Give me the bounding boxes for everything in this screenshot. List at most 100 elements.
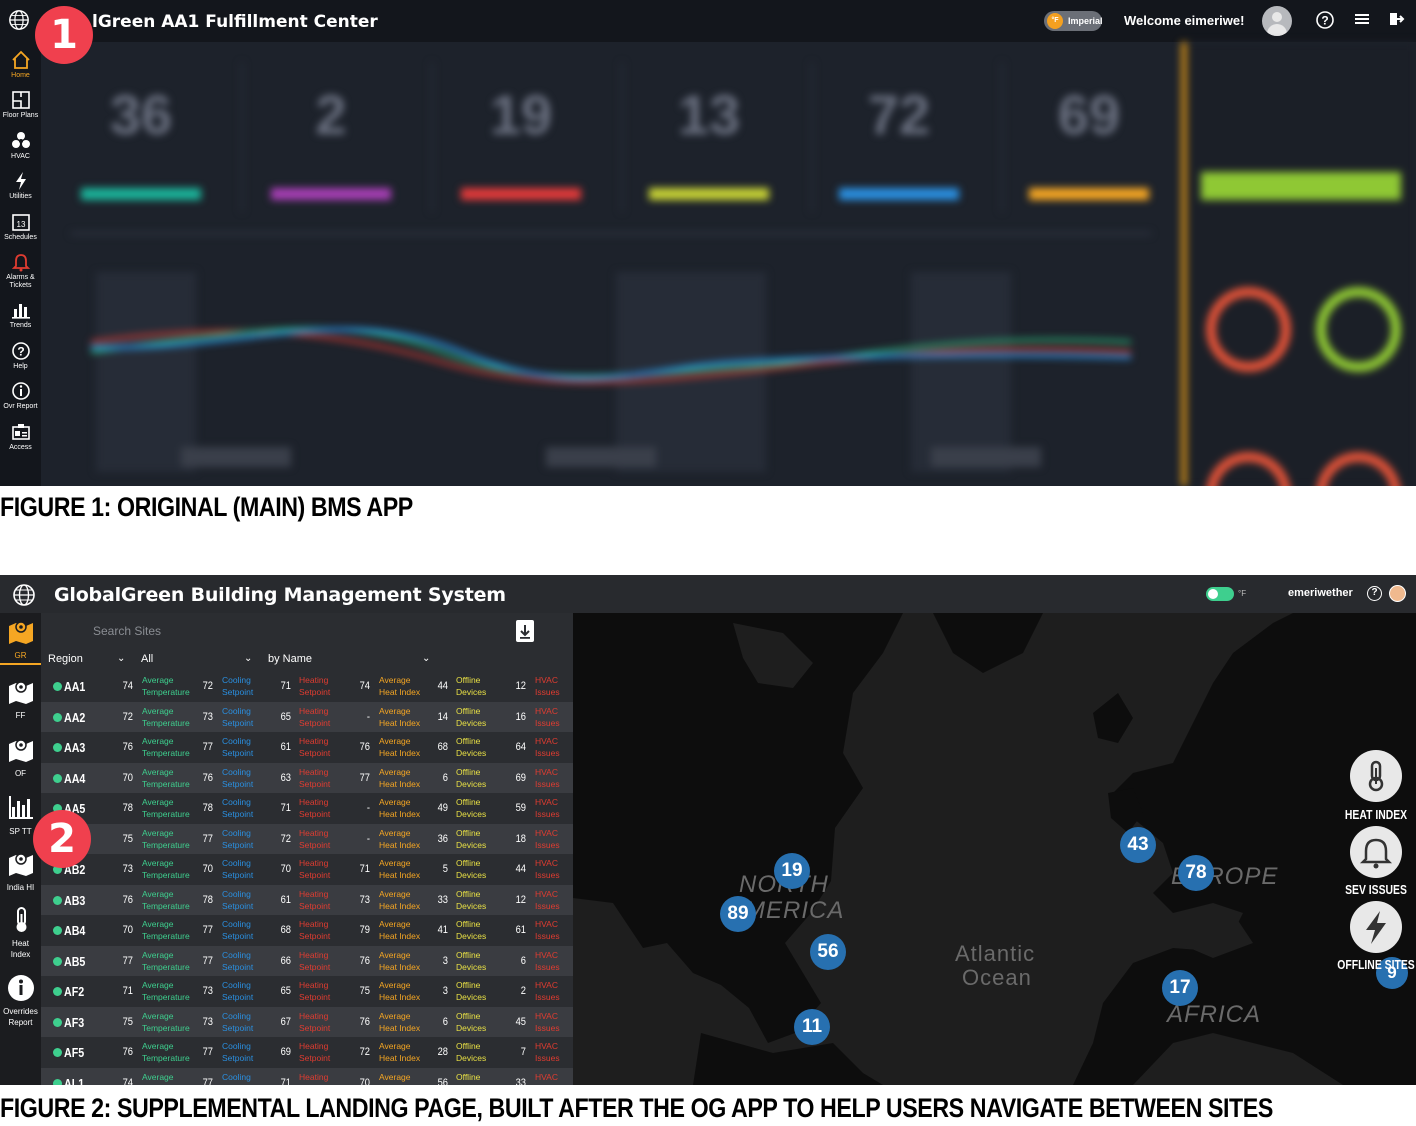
annotation-badge: 1: [35, 6, 93, 64]
metric-label-line: Heat Index: [379, 1084, 420, 1086]
site-row[interactable]: AB175AverageTemperature77CoolingSetpoint…: [41, 823, 573, 854]
site-value-heat: 71: [280, 1076, 291, 1086]
site-row[interactable]: AB3 76 Average Temperature 78 Cooling Setpoint…: [41, 884, 573, 915]
sidebar-item-ovr-report[interactable]: Ovr Report: [0, 379, 41, 410]
site-row[interactable]: AA2 72 Average Temperature 73 Cooling Setpoint…: [41, 701, 573, 732]
site-value-heat: 61: [280, 741, 291, 753]
metric-label-line: Heating: [299, 797, 329, 807]
logout-icon[interactable]: [1385, 10, 1407, 32]
sidebar-item-home[interactable]: Home: [0, 48, 41, 79]
site-row[interactable]: AF3 75 Average Temperature 73 Cooling Setpoint…: [41, 1006, 573, 1037]
globe-icon[interactable]: [12, 583, 36, 607]
sidebar-item-label: Schedules: [4, 234, 37, 241]
chevron-down-icon[interactable]: ⌄: [117, 653, 125, 664]
sidebar-item-of[interactable]: OF: [0, 735, 41, 779]
metric-label-line: Cooling: [222, 858, 251, 868]
kpi-bar: [271, 188, 391, 200]
site-cluster-marker[interactable]: 89: [720, 896, 756, 932]
heat-index-button[interactable]: [1350, 750, 1402, 802]
site-row[interactable]: AB5 77 Average Temperature 77 Cooling Setpoint…: [41, 945, 573, 976]
metric-label-line: Setpoint: [222, 870, 254, 880]
metric-label-line: Cooling: [222, 797, 251, 807]
kpi-value: 36: [109, 83, 173, 146]
help-icon[interactable]: ?: [1314, 10, 1336, 32]
help-icon[interactable]: ?: [1367, 586, 1382, 601]
offline-sites-button[interactable]: [1350, 901, 1402, 953]
metric-label-line: Setpoint: [222, 900, 254, 911]
site-value-off: 41: [437, 924, 448, 936]
site-row[interactable]: AA1 74 Average Temperature 72 Cooling Setpoint…: [41, 671, 573, 702]
kpi-value: 69: [1057, 83, 1121, 146]
metric-label-line: Average: [379, 1071, 411, 1082]
site-row[interactable]: AL1 74 Average Temperature 77 Cooling Setpoint…: [41, 1067, 573, 1086]
download-icon[interactable]: [516, 620, 534, 642]
world-map[interactable]: NORTH AMERICA Atlantic Ocean EUROPE AFRI…: [573, 613, 1416, 1085]
site-metric-label: HeatingSetpoint: [299, 949, 330, 973]
status-dot: [53, 712, 62, 722]
site-value-hi: 76: [359, 954, 370, 967]
metric-label-line: Setpoint: [299, 839, 331, 850]
sidebar-item-utilities[interactable]: Utilities: [0, 169, 41, 200]
metric-label-line: Average: [379, 705, 411, 716]
chevron-down-icon[interactable]: ⌄: [244, 653, 252, 664]
site-cluster-marker[interactable]: 78: [1178, 855, 1214, 891]
kpi-tile: 19: [431, 82, 611, 202]
units-toggle[interactable]: [1206, 587, 1234, 601]
metric-label-line: Heating: [299, 827, 329, 838]
site-cluster-marker[interactable]: 43: [1120, 827, 1156, 863]
map-pin-icon: [8, 853, 33, 876]
metric-label-line: Average: [379, 1041, 411, 1051]
sidebar-item-trends[interactable]: Trends: [0, 298, 41, 329]
sidebar-item-heat-index[interactable]: Heat Index: [0, 905, 41, 960]
site-row[interactable]: AF5 76 Average Temperature 77 Cooling Setpoint…: [41, 1037, 573, 1068]
menu-icon[interactable]: [1351, 10, 1373, 32]
metric-label-line: Setpoint: [222, 687, 254, 697]
search-input[interactable]: [93, 621, 493, 641]
help-icon: ?: [11, 342, 30, 360]
status-dot: [53, 682, 62, 691]
metric-label-line: Average: [379, 888, 411, 899]
sidebar-item-overrides-report[interactable]: Overrides Report: [0, 973, 41, 1028]
site-cluster-marker[interactable]: 11: [794, 1009, 830, 1045]
site-row[interactable]: AB4 70 Average Temperature 77 Cooling Setpoint…: [41, 915, 573, 946]
site-cluster-marker[interactable]: 17: [1162, 970, 1198, 1006]
site-row[interactable]: AA4 70 Average Temperature 76 Cooling Setpoint…: [41, 762, 573, 793]
site-metric-label: Average Heat Index: [379, 918, 420, 942]
avatar[interactable]: [1262, 6, 1292, 36]
site-metric-label: Cooling Setpoint: [222, 857, 253, 881]
site-metric-label: Average Temperature: [142, 796, 190, 820]
site-value-off: 3: [442, 954, 448, 967]
site-metric-label: Offline Devices: [456, 735, 486, 759]
sidebar-item-india-hi[interactable]: India HI: [0, 849, 41, 893]
chevron-down-icon[interactable]: ⌄: [422, 653, 430, 664]
status-dot: [53, 1078, 62, 1085]
site-row[interactable]: AF2 71 Average Temperature 73 Cooling Setpoint…: [41, 976, 573, 1007]
site-row[interactable]: AA3 76 Average Temperature 77 Cooling Setpoint…: [41, 732, 573, 763]
sev-issues-button[interactable]: [1350, 826, 1402, 878]
sidebar-item-alarms[interactable]: Alarms & Tickets: [0, 250, 41, 290]
sidebar-item-access[interactable]: Access: [0, 420, 41, 451]
sidebar-item-hvac[interactable]: HVAC: [0, 129, 41, 160]
sidebar-item-gr[interactable]: GR: [0, 617, 41, 665]
site-cluster-marker[interactable]: 56: [810, 934, 846, 970]
all-filter[interactable]: All: [141, 653, 153, 665]
site-row[interactable]: AB2 73 Average Temperature 70 Cooling Setpoint…: [41, 854, 573, 885]
site-metric-label: HeatingSetpoint: [299, 766, 330, 790]
avatar[interactable]: [1389, 585, 1406, 602]
sort-filter[interactable]: by Name: [268, 653, 312, 665]
sidebar-item-help[interactable]: ? Help: [0, 339, 41, 370]
site-metric-label: CoolingSetpoint: [222, 827, 253, 851]
site-name: AB5: [64, 953, 86, 969]
site-row[interactable]: AA5 78 Average Temperature 78 Cooling Setpoint…: [41, 793, 573, 824]
metric-label-line: Offline: [456, 858, 481, 868]
site-cluster-marker[interactable]: 19: [774, 853, 810, 889]
globe-icon[interactable]: [8, 9, 30, 31]
thermometer-icon: [1368, 760, 1384, 792]
sidebar-item-ff[interactable]: FF: [0, 677, 41, 721]
metric-label-line: Setpoint: [222, 717, 254, 728]
filter-bar: Region ⌄ All ⌄ by Name ⌄: [41, 649, 573, 669]
sidebar-item-floor-plans[interactable]: Floor Plans: [0, 88, 41, 119]
units-toggle[interactable]: °F Imperial: [1044, 11, 1103, 31]
sidebar-item-schedules[interactable]: 13 Schedules: [0, 210, 41, 241]
metric-label-line: Issues: [535, 961, 560, 972]
